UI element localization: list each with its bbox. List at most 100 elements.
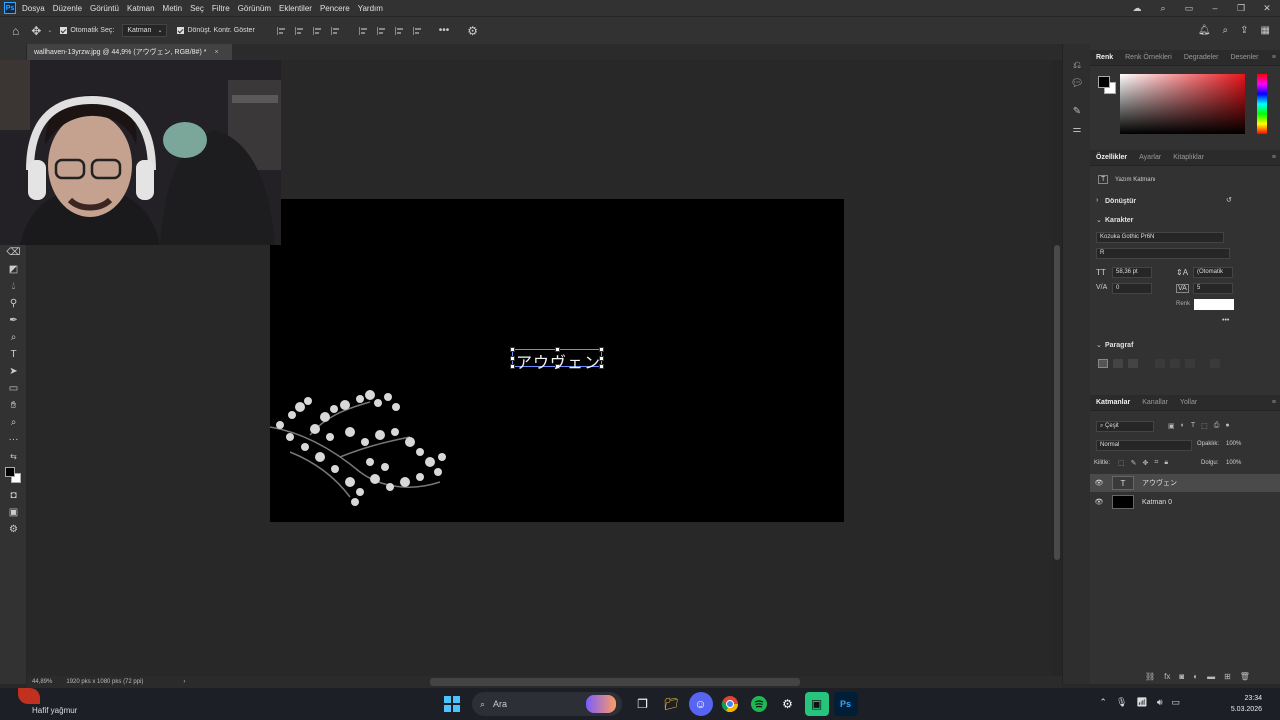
vertical-scrollbar[interactable] xyxy=(1052,60,1062,676)
justify-center-icon[interactable] xyxy=(1170,359,1180,368)
fill-value[interactable]: 100% xyxy=(1226,460,1241,466)
eye-icon[interactable]: 👁︎ xyxy=(1090,498,1108,506)
panel-menu-icon[interactable]: ≡ xyxy=(1272,399,1276,406)
layer-name[interactable]: Katman 0 xyxy=(1142,499,1172,506)
chevron-down-icon[interactable]: ⌄ xyxy=(1096,216,1102,224)
menu-goruntu[interactable]: Görüntü xyxy=(90,4,119,13)
adjustment-layer-icon[interactable]: ◐ xyxy=(1193,672,1198,681)
chevron-up-icon[interactable]: ⌃ xyxy=(1099,697,1107,708)
pen-tool-icon[interactable]: ✒ xyxy=(0,312,27,329)
align-right-icon[interactable] xyxy=(312,26,323,35)
frame-icon[interactable]: ⚙ xyxy=(0,521,27,538)
maximize-icon[interactable]: ❐ xyxy=(1228,3,1254,14)
bell-icon[interactable]: 🔔︎ xyxy=(1198,25,1211,36)
align-center-icon[interactable] xyxy=(294,26,305,35)
photoshop-logo-icon[interactable]: Ps xyxy=(4,2,16,14)
close-tab-button[interactable]: × xyxy=(214,49,218,56)
eraser-tool-icon[interactable]: ⌫ xyxy=(0,244,27,261)
layer-row-image[interactable]: 👁︎ Katman 0 xyxy=(1090,493,1280,511)
font-style-dropdown[interactable]: R xyxy=(1096,248,1230,259)
tab-renk-ornekleri[interactable]: Renk Örnekleri xyxy=(1119,54,1178,61)
character-section-title[interactable]: Karakter xyxy=(1105,217,1133,224)
type-tool-icon[interactable]: T xyxy=(0,346,27,363)
scrollbar-thumb[interactable] xyxy=(1054,245,1060,560)
resize-handle[interactable] xyxy=(510,356,515,361)
reset-icon[interactable]: ↺ xyxy=(1226,196,1232,204)
menu-eklentiler[interactable]: Eklentiler xyxy=(279,4,312,13)
tab-renk[interactable]: Renk xyxy=(1090,54,1119,61)
tab-katmanlar[interactable]: Katmanlar xyxy=(1090,399,1136,406)
task-view-icon[interactable]: ❐ xyxy=(631,692,655,716)
windows-start-icon[interactable] xyxy=(440,692,464,716)
align-left-icon[interactable] xyxy=(1098,359,1108,368)
distribute-icon[interactable] xyxy=(330,26,341,35)
chrome-icon[interactable] xyxy=(718,692,742,716)
image-filter-icon[interactable]: ▣ xyxy=(1168,422,1175,430)
tab-degradeler[interactable]: Degradeler xyxy=(1178,54,1225,61)
align-top-icon[interactable] xyxy=(358,26,369,35)
kerning-field[interactable]: 0 xyxy=(1112,283,1152,294)
swap-colors-icon[interactable]: ⇆ xyxy=(0,448,27,465)
text-color-swatch[interactable] xyxy=(1194,299,1234,310)
transform-section-title[interactable]: Dönüştür xyxy=(1105,198,1136,205)
path-selection-tool-icon[interactable]: ➤ xyxy=(0,363,27,380)
layer-row-text[interactable]: 👁︎ T アウヴェン xyxy=(1090,474,1280,492)
lock-artboard-icon[interactable]: ⌗ xyxy=(1154,459,1158,467)
tab-ayarlar[interactable]: Ayarlar xyxy=(1133,154,1167,161)
menu-yardim[interactable]: Yardım xyxy=(358,4,383,13)
minimize-icon[interactable]: – xyxy=(1202,3,1228,13)
gear-icon[interactable]: ⚙ xyxy=(467,24,478,38)
foreground-color-swatch[interactable] xyxy=(1098,76,1110,88)
photoshop-taskbar-icon[interactable]: Ps xyxy=(833,692,858,716)
distribute-vertical-icon[interactable] xyxy=(412,26,423,35)
color-swatches[interactable] xyxy=(0,465,27,487)
hue-slider[interactable] xyxy=(1257,74,1267,134)
lock-pixels-icon[interactable]: ✎ xyxy=(1131,459,1137,467)
panel-toggle-icon[interactable]: ▦ xyxy=(1261,25,1270,36)
volume-icon[interactable]: 🔊︎ xyxy=(1157,697,1163,708)
blend-mode-dropdown[interactable]: Normal xyxy=(1096,440,1192,451)
more-options-button[interactable]: ••• xyxy=(1222,317,1229,324)
font-family-dropdown[interactable]: Kozuka Gothic Pr6N xyxy=(1096,232,1224,243)
justify-all-icon[interactable] xyxy=(1210,359,1220,368)
new-layer-icon[interactable]: ⊞ xyxy=(1224,672,1231,681)
tab-yollar[interactable]: Yollar xyxy=(1174,399,1203,406)
chevron-right-icon[interactable]: › xyxy=(183,679,185,685)
lock-transparency-icon[interactable]: ⬚ xyxy=(1118,459,1125,467)
battery-icon[interactable]: ▭ xyxy=(1171,697,1180,708)
home-icon[interactable]: ⌂ xyxy=(12,24,19,38)
paint-bucket-tool-icon[interactable]: ◩ xyxy=(0,261,27,278)
type-filter-icon[interactable]: T xyxy=(1191,422,1195,430)
search-icon[interactable]: ⌕ xyxy=(1150,3,1176,14)
history-icon[interactable]: ⎌ xyxy=(1063,56,1091,74)
smart-object-filter-icon[interactable]: ⎙ xyxy=(1214,422,1220,430)
transform-controls-checkbox[interactable]: Dönüşt. Kontr. Göster xyxy=(177,27,255,34)
tab-desenler[interactable]: Desenler xyxy=(1224,54,1264,61)
align-bottom-icon[interactable] xyxy=(394,26,405,35)
align-right-icon[interactable] xyxy=(1128,359,1138,368)
font-size-field[interactable]: 58,36 pt xyxy=(1112,267,1152,278)
taskbar-search[interactable]: ⌕ Ara xyxy=(472,692,622,716)
lock-position-icon[interactable]: ✥ xyxy=(1143,459,1149,467)
canvas-text-layer[interactable]: アウヴェン xyxy=(516,349,601,373)
weather-widget[interactable]: Hafif yağmur xyxy=(14,688,164,718)
add-mask-icon[interactable]: ◙ xyxy=(1179,672,1184,681)
justify-left-icon[interactable] xyxy=(1155,359,1165,368)
eye-icon[interactable]: 👁︎ xyxy=(1090,479,1108,487)
color-picker-field[interactable] xyxy=(1120,74,1245,134)
microphone-icon[interactable]: 🎙︎ xyxy=(1116,697,1127,708)
paragraph-section-title[interactable]: Paragraf xyxy=(1105,342,1133,349)
new-group-icon[interactable]: ▬ xyxy=(1207,672,1215,681)
opacity-value[interactable]: 100% xyxy=(1226,441,1241,447)
cloud-icon[interactable]: ☁ xyxy=(1124,3,1150,14)
quick-mask-icon[interactable]: ◘ xyxy=(0,487,27,504)
tab-kanallar[interactable]: Kanallar xyxy=(1136,399,1174,406)
zoom-icon[interactable]: ⌕ xyxy=(0,414,27,431)
more-tools-icon[interactable]: ··· xyxy=(0,431,27,448)
dodge-tool-icon[interactable]: ⚲ xyxy=(0,295,27,312)
menu-gorunum[interactable]: Görünüm xyxy=(238,4,271,13)
screen-mode-icon[interactable]: ▣ xyxy=(0,504,27,521)
menu-dosya[interactable]: Dosya xyxy=(22,4,45,13)
leading-field[interactable]: (Otomatik xyxy=(1193,267,1233,278)
adjustment-filter-icon[interactable]: ◐ xyxy=(1181,422,1185,430)
